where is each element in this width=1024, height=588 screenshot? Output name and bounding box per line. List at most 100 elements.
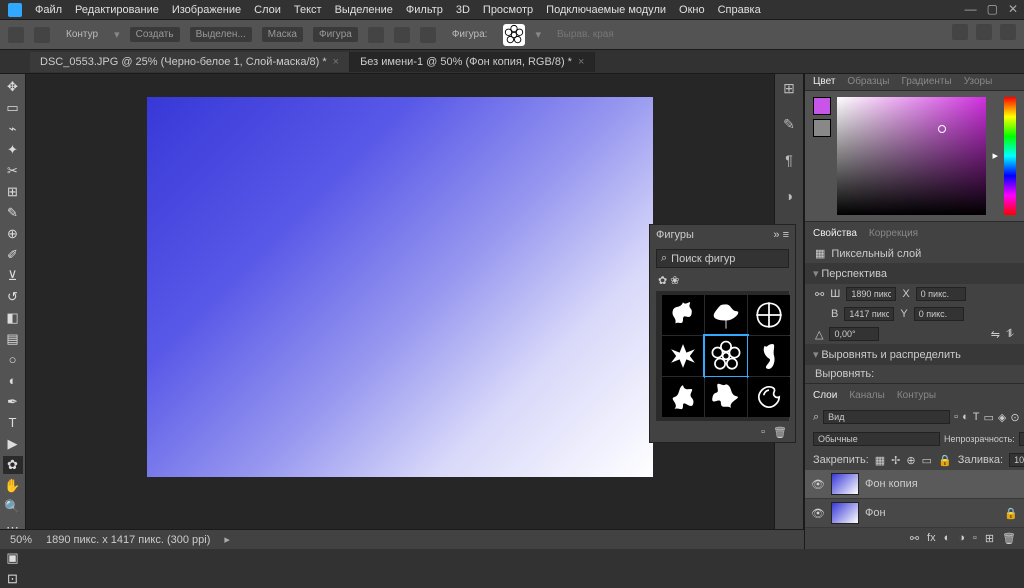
menu-text[interactable]: Текст xyxy=(294,4,322,16)
fg-color-swatch[interactable] xyxy=(813,97,831,115)
arrange-icon[interactable] xyxy=(420,27,436,43)
layer-filter-input[interactable] xyxy=(823,410,950,424)
layer-thumb[interactable] xyxy=(831,473,859,495)
bg-color-swatch[interactable] xyxy=(813,119,831,137)
canvas[interactable] xyxy=(147,97,653,477)
path-select-tool[interactable]: ▶ xyxy=(3,435,23,453)
align-icon[interactable] xyxy=(394,27,410,43)
figure-button[interactable]: Фигура xyxy=(313,27,358,42)
layer-row[interactable]: 👁 Фон 🔒 xyxy=(805,499,1024,528)
shape-thumb[interactable] xyxy=(748,336,790,376)
lock-pix-icon[interactable]: ⊕ xyxy=(906,454,915,467)
y-input[interactable] xyxy=(914,307,964,321)
gradient-tool[interactable]: ▤ xyxy=(3,330,23,348)
shape-thumb[interactable] xyxy=(705,377,747,417)
quickmask-icon[interactable]: ▣ xyxy=(3,549,23,567)
heal-tool[interactable]: ⊕ xyxy=(3,225,23,243)
layer-name[interactable]: Фон xyxy=(865,507,886,519)
filter-icon-2[interactable]: ❀ xyxy=(670,275,679,287)
close-icon[interactable]: ✕ xyxy=(1008,2,1018,16)
adjust-tab[interactable]: Коррекция xyxy=(869,228,918,239)
stamp-tool[interactable]: ⊻ xyxy=(3,267,23,285)
flip-h-icon[interactable]: ⇋ xyxy=(991,328,1000,341)
layer-name[interactable]: Фон копия xyxy=(865,478,918,490)
flip-v-icon[interactable]: ⥮ xyxy=(1006,328,1014,341)
brushes-panel-icon[interactable]: ⊞ xyxy=(780,80,798,98)
create-button[interactable]: Создать xyxy=(130,27,180,42)
new-layer-icon[interactable]: ⊞ xyxy=(985,532,994,545)
char-panel-icon[interactable]: ¶ xyxy=(780,152,798,170)
menu-edit[interactable]: Редактирование xyxy=(75,4,159,16)
move-tool[interactable]: ✥ xyxy=(3,78,23,96)
menu-layers[interactable]: Слои xyxy=(254,4,281,16)
shape-thumb-selected[interactable] xyxy=(705,336,747,376)
shape-thumb[interactable] xyxy=(748,377,790,417)
link-icon[interactable]: ⚯ xyxy=(815,288,824,301)
mask-button[interactable]: Маска xyxy=(262,27,303,42)
select-button[interactable]: Выделен... xyxy=(190,27,252,42)
angle-input[interactable] xyxy=(829,327,879,341)
blend-mode-select[interactable] xyxy=(813,432,940,446)
hand-tool[interactable]: ✋ xyxy=(3,477,23,495)
path-op-icon[interactable] xyxy=(368,27,384,43)
dodge-tool[interactable]: ◐ xyxy=(3,372,23,390)
shape-thumb[interactable] xyxy=(705,295,747,335)
group-icon[interactable]: ▫ xyxy=(973,532,977,545)
doc-tab-1[interactable]: DSC_0553.JPG @ 25% (Черно-белое 1, Слой-… xyxy=(30,52,350,72)
zoom-level[interactable]: 50% xyxy=(10,534,32,546)
lock-all-icon[interactable]: ▦ xyxy=(875,454,885,467)
libraries-panel-icon[interactable]: ◑ xyxy=(780,188,798,206)
menu-plugins[interactable]: Подключаемые модули xyxy=(546,4,666,16)
shape-thumb[interactable] xyxy=(748,295,790,335)
shapes-search[interactable]: ⌕ Поиск фигур xyxy=(656,249,789,268)
cloud-icon[interactable] xyxy=(976,24,992,40)
shape-preview-icon[interactable] xyxy=(503,24,525,46)
hue-slider[interactable] xyxy=(1004,97,1016,215)
layers-tab[interactable]: Слои xyxy=(813,390,837,401)
frame-tool[interactable]: ⊞ xyxy=(3,183,23,201)
screenmode-icon[interactable]: ⊡ xyxy=(3,570,23,588)
menu-view[interactable]: Просмотр xyxy=(483,4,533,16)
adjust-icon[interactable]: ◑ xyxy=(958,532,965,545)
zoom-tool[interactable]: 🔍 xyxy=(3,498,23,516)
maximize-icon[interactable]: ▢ xyxy=(987,2,998,16)
height-input[interactable] xyxy=(844,307,894,321)
close-tab-icon[interactable]: × xyxy=(578,56,584,68)
trash-icon[interactable]: 🗑 xyxy=(773,426,787,439)
channels-tab[interactable]: Каналы xyxy=(849,390,885,401)
custom-shape-tool[interactable]: ✿ xyxy=(3,456,23,474)
lock-pos-icon[interactable]: ✢ xyxy=(891,454,900,467)
shape-thumb[interactable] xyxy=(662,295,704,335)
home-icon[interactable] xyxy=(8,27,24,43)
link-layers-icon[interactable]: ⚯ xyxy=(910,532,919,545)
align-header[interactable]: Выровнять и распределить xyxy=(821,349,961,361)
layer-thumb[interactable] xyxy=(831,502,859,524)
history-panel-icon[interactable]: ✎ xyxy=(780,116,798,134)
doc-tab-2[interactable]: Без имени-1 @ 50% (Фон копия, RGB/8) *× xyxy=(350,52,595,72)
pen-tool[interactable]: ✒ xyxy=(3,393,23,411)
menu-window[interactable]: Окно xyxy=(679,4,705,16)
folder-icon[interactable]: ▫ xyxy=(761,426,765,439)
visibility-icon[interactable]: 👁 xyxy=(811,478,825,491)
opacity-input[interactable] xyxy=(1019,432,1024,446)
panel-menu-icon[interactable]: ≡ xyxy=(783,229,789,241)
props-tab[interactable]: Свойства xyxy=(813,228,857,239)
lock-icon[interactable]: 🔒 xyxy=(938,454,952,467)
eyedropper-tool[interactable]: ✎ xyxy=(3,204,23,222)
swatches-tab[interactable]: Образцы xyxy=(847,76,889,87)
filter-icon[interactable]: ⌕ xyxy=(813,411,819,424)
filter-icon[interactable]: ✿ xyxy=(658,275,667,287)
lasso-tool[interactable]: ⌁ xyxy=(3,120,23,138)
width-input[interactable] xyxy=(846,287,896,301)
shape-mode-label[interactable]: Контур xyxy=(60,27,104,42)
marquee-tool[interactable]: ▭ xyxy=(3,99,23,117)
gradients-tab[interactable]: Градиенты xyxy=(901,76,951,87)
eraser-tool[interactable]: ◧ xyxy=(3,309,23,327)
filter-txt-icon[interactable]: T xyxy=(973,411,980,423)
fill-input[interactable] xyxy=(1009,453,1024,467)
crop-tool[interactable]: ✂ xyxy=(3,162,23,180)
filter-toggle[interactable]: ⊙ xyxy=(1010,411,1019,424)
doc-dimensions[interactable]: 1890 пикс. x 1417 пикс. (300 ppi) xyxy=(46,534,210,546)
menu-help[interactable]: Справка xyxy=(718,4,761,16)
close-tab-icon[interactable]: × xyxy=(333,56,339,68)
